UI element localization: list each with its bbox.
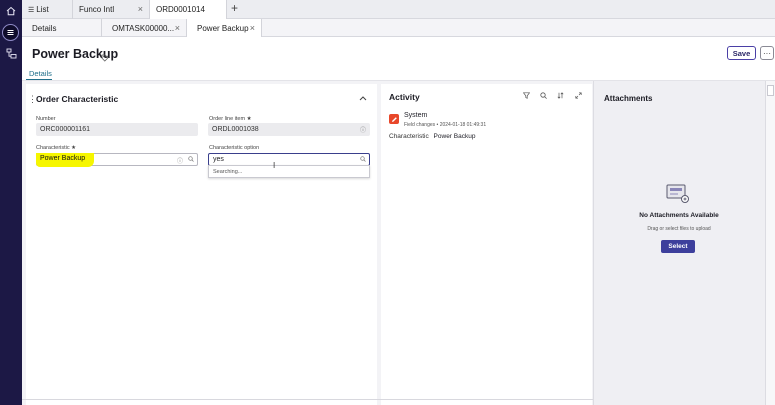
info-icon[interactable]: ⓘ xyxy=(360,125,366,134)
activity-title: Activity xyxy=(389,92,420,102)
subtab-details-label: Details xyxy=(32,23,57,33)
subtab-power-backup[interactable]: Power Backup × xyxy=(187,19,262,37)
tab-list-label: List xyxy=(36,5,49,14)
left-rail xyxy=(0,0,22,405)
attachment-toggle-icon[interactable] xyxy=(767,85,774,96)
number-value: ORC000001161 xyxy=(40,126,91,133)
sort-icon[interactable] xyxy=(557,92,564,101)
dropdown-status: Searching... xyxy=(213,169,243,175)
card-title: Order Characteristic xyxy=(36,94,119,104)
more-options-button[interactable]: ··· xyxy=(760,46,774,60)
activity-meta-separator: • xyxy=(436,122,439,128)
attachments-title: Attachments xyxy=(604,94,653,103)
subtab-omtask-label: OMTASK00000... xyxy=(112,23,175,33)
search-icon[interactable] xyxy=(360,156,366,164)
order-line-label: Order line item ★ xyxy=(209,116,252,122)
number-field: ORC000001161 xyxy=(36,123,198,136)
tab-list[interactable]: ☰ List xyxy=(22,0,73,19)
add-tab-icon[interactable]: + xyxy=(231,1,238,15)
order-line-field[interactable]: ORDL0001038 ⓘ xyxy=(208,123,370,136)
close-icon[interactable]: × xyxy=(175,23,180,33)
sub-tab-bar: Details OMTASK00000... × Power Backup × xyxy=(22,19,775,37)
subtab-power-backup-label: Power Backup xyxy=(197,23,249,33)
option-label: Characteristic option xyxy=(209,145,259,151)
activity-meta: Field changes • 2024-01-18 01:49:31 xyxy=(404,122,486,128)
subtab-omtask[interactable]: OMTASK00000... × xyxy=(102,19,187,37)
number-label: Number xyxy=(36,116,56,122)
workspace-tree-icon[interactable] xyxy=(3,45,19,61)
right-side-rail xyxy=(765,81,775,405)
chevron-up-icon[interactable] xyxy=(359,94,367,103)
drag-handle-icon[interactable]: ⋮ xyxy=(28,94,37,105)
activity-field-name: Characteristic xyxy=(389,133,429,140)
option-dropdown: Searching... xyxy=(208,165,370,178)
tab-funco-intl-label: Funco Intl xyxy=(79,5,115,14)
tag-icon[interactable] xyxy=(101,49,109,67)
activity-field-value: Power Backup xyxy=(433,133,476,140)
tab-order[interactable]: ORD0001014 xyxy=(150,0,227,19)
edit-icon xyxy=(389,114,399,124)
subtab-details[interactable]: Details xyxy=(22,19,102,37)
save-button[interactable]: Save xyxy=(727,46,756,60)
number-label-text: Number xyxy=(36,116,56,122)
order-line-value: ORDL0001038 xyxy=(212,126,259,133)
info-icon[interactable]: ⓘ xyxy=(177,156,183,165)
search-icon[interactable] xyxy=(188,156,194,164)
activity-meta-type: Field changes xyxy=(404,122,436,128)
search-icon[interactable] xyxy=(540,92,547,101)
activity-author: System xyxy=(404,112,428,119)
required-icon: ★ xyxy=(71,145,77,151)
option-label-text: Characteristic option xyxy=(209,145,260,151)
tab-details[interactable]: Details xyxy=(29,69,52,78)
top-tab-bar: ☰ List Funco Intl × ORD0001014 + xyxy=(22,0,775,19)
required-icon: ★ xyxy=(246,116,252,122)
characteristic-value: Power Backup xyxy=(40,155,86,162)
characteristic-option-value: yes xyxy=(213,156,224,163)
text-cursor-icon: I xyxy=(273,161,276,170)
no-attachments-illustration-icon xyxy=(666,184,690,209)
expand-icon[interactable] xyxy=(575,92,582,101)
close-icon[interactable]: × xyxy=(250,23,255,33)
close-icon[interactable]: × xyxy=(138,4,143,14)
tab-funco-intl[interactable]: Funco Intl × xyxy=(73,0,150,19)
select-files-button[interactable]: Select xyxy=(661,240,695,253)
bottom-divider xyxy=(22,399,593,400)
menu-icon[interactable] xyxy=(2,24,19,41)
home-icon[interactable] xyxy=(3,3,19,19)
list-icon: ☰ xyxy=(28,6,35,14)
activity-change: Characteristic Power Backup xyxy=(389,133,475,140)
tab-order-label: ORD0001014 xyxy=(156,5,205,14)
activity-meta-time: 2024-01-18 01:49:31 xyxy=(439,122,487,128)
characteristic-label: Characteristic ★ xyxy=(36,145,76,151)
filter-icon[interactable] xyxy=(522,92,531,101)
characteristic-label-text: Characteristic xyxy=(36,145,70,151)
empty-state-title: No Attachments Available xyxy=(639,212,719,219)
empty-state-hint: Drag or select files to upload xyxy=(647,226,711,232)
order-line-label-text: Order line item xyxy=(209,116,246,122)
